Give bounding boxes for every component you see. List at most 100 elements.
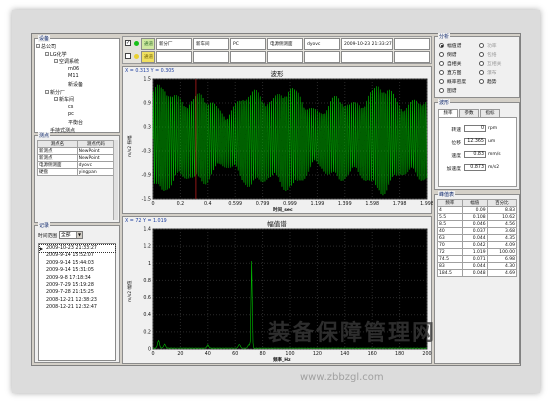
tree-node[interactable]: 手持式测点 — [50, 127, 75, 134]
analysis-option-label[interactable]: 倒谱 — [447, 51, 457, 58]
tree-expander-icon[interactable]: - — [45, 89, 49, 94]
tree-node[interactable]: 新分厂 — [50, 89, 65, 96]
analysis-radio[interactable] — [479, 52, 484, 57]
list-item[interactable]: 2009-9-14 15:52:07 — [40, 252, 115, 259]
channel2-checkbox[interactable] — [125, 53, 131, 59]
records-range-label: 时间范围 — [38, 234, 58, 239]
spectrum-x-tick-label: 120 — [313, 351, 322, 357]
points-cell: NewPoint — [76, 154, 116, 162]
list-item[interactable]: 2009-9-14 15:31:05 — [40, 267, 115, 274]
table-row[interactable]: 硬盘 yingpan — [37, 168, 116, 176]
table-row[interactable]: 4 0.09 8.83 — [437, 206, 518, 214]
tree-node[interactable]: 新设备 — [68, 81, 83, 88]
device-tree-title: 设备 — [38, 35, 51, 42]
waveform-ylabel: m/s2 振幅 — [128, 135, 133, 157]
channel2-code — [304, 51, 340, 63]
channel2-point — [267, 51, 303, 63]
waveform-x-tick-label: 1.598 — [365, 201, 379, 207]
analysis-radio[interactable] — [479, 79, 484, 84]
channel1-factory: 新分厂 — [156, 38, 192, 50]
records-range-dropdown[interactable]: 全部 ▼ — [59, 231, 83, 239]
param-label: 速度 — [451, 154, 461, 159]
analysis-radio[interactable] — [439, 52, 444, 57]
table-row[interactable]: 5.5 0.108 10.62 — [437, 213, 518, 221]
analysis-option-label[interactable]: 自相关 — [447, 60, 461, 67]
tree-expander-icon[interactable]: - — [54, 97, 58, 102]
list-item[interactable]: 2009-9-14 15:44:03 — [40, 260, 115, 267]
table-row[interactable]: 72 1.019 100.00 — [437, 248, 518, 256]
analysis-radio[interactable] — [439, 88, 444, 93]
list-item[interactable]: 2009-9-8 17:18:34 — [40, 275, 115, 282]
record-timestamp: 2008-12-21 12:32:47 — [46, 305, 97, 311]
tree-expander-icon[interactable]: - — [36, 44, 40, 48]
waveform-chart[interactable]: 1.50.90.3-0.3-0.9-1.50 0.2 0.4 0.599 0.799 0.… — [123, 67, 433, 215]
analysis-option-label[interactable]: 包络 — [487, 51, 497, 58]
analysis-option-label[interactable]: 功率 — [487, 42, 497, 49]
channel1-point: 电源侧测面 — [267, 38, 303, 50]
analysis-option-label[interactable]: 趋势 — [487, 78, 497, 85]
tab-frequency[interactable]: 频率 — [438, 109, 458, 117]
tree-expander-icon[interactable]: - — [54, 59, 58, 64]
channel1-checkbox[interactable]: ✓ — [125, 40, 131, 46]
peaks-header-frequency: 频率 — [437, 199, 463, 207]
param-value: 12.365 — [464, 138, 486, 145]
analysis-radio[interactable] — [479, 70, 484, 75]
tree-node[interactable]: LG化学 — [50, 51, 67, 58]
analysis-radio[interactable] — [439, 43, 444, 48]
list-item[interactable]: 2008-12-21 12:32:47 — [40, 304, 115, 311]
spectrum-y-tick-label: 1.2 — [143, 244, 151, 250]
points-title: 测点 — [38, 132, 51, 139]
peaks-cell: 5.5 — [437, 213, 463, 221]
tree-node[interactable]: pc — [68, 111, 74, 117]
peaks-cell: 3.68 — [486, 227, 518, 235]
list-item[interactable]: 2009-7-28 21:15:25 — [40, 289, 115, 296]
spectrum-y-tick-label: 0.6 — [143, 295, 151, 301]
tab-indicators[interactable]: 指标 — [480, 109, 500, 117]
analysis-radio[interactable] — [439, 61, 444, 66]
waveform-x-tick-label: 0 — [151, 201, 154, 207]
spectrum-x-tick-label: 140 — [340, 351, 349, 357]
table-row[interactable]: 74.5 0.071 6.98 — [437, 255, 518, 263]
chevron-down-icon[interactable]: ▼ — [76, 232, 82, 238]
tree-node[interactable]: cs — [68, 104, 73, 110]
tab-parameters[interactable]: 参数 — [459, 109, 479, 117]
analysis-radio[interactable] — [439, 79, 444, 84]
analysis-radio[interactable] — [479, 61, 484, 66]
analysis-radio[interactable] — [439, 70, 444, 75]
tree-node[interactable]: 平衡台 — [68, 119, 83, 126]
peaks-cell: 0.042 — [461, 241, 488, 249]
table-row[interactable]: 184.5 0.048 4.69 — [437, 269, 518, 277]
peaks-cell: 0.071 — [461, 255, 488, 263]
analysis-option-label[interactable]: 直方图 — [447, 69, 461, 76]
channel1-extra — [394, 38, 430, 50]
tree-node[interactable]: M11 — [68, 73, 79, 79]
peaks-header-amplitude: 幅值 — [461, 199, 488, 207]
table-row[interactable]: 新测点 NewPoint — [37, 147, 116, 155]
table-row[interactable]: 83 0.044 4.30 — [437, 262, 518, 270]
analysis-option-label[interactable]: 图谱 — [447, 87, 457, 94]
analysis-option-label[interactable]: 幅值谱 — [447, 42, 461, 49]
list-item[interactable]: 2009-7-29 15:19:28 — [40, 282, 115, 289]
tree-node[interactable]: 空调系统 — [59, 58, 79, 65]
analysis-option-label[interactable]: 互相关 — [487, 60, 501, 67]
table-row[interactable]: 8.5 0.046 4.56 — [437, 220, 518, 228]
table-row[interactable]: 70 0.042 4.09 — [437, 241, 518, 249]
table-row[interactable]: 电源侧测面 dyovc — [37, 161, 116, 169]
points-scrollbar[interactable] — [113, 140, 118, 220]
channel2-device — [230, 51, 266, 63]
table-row[interactable]: 40 0.037 3.68 — [437, 227, 518, 235]
tree-expander-icon[interactable]: - — [45, 51, 49, 56]
param-label: 转速 — [451, 128, 461, 133]
analysis-option-label[interactable]: 概率密度 — [447, 78, 466, 85]
peaks-cell: 72 — [437, 248, 463, 256]
table-row[interactable]: 新测点 NewPoint — [37, 154, 116, 162]
tree-node[interactable]: 总公司 — [41, 43, 56, 50]
peaks-cell: 1.019 — [461, 248, 488, 256]
table-row[interactable]: 63 0.044 4.35 — [437, 234, 518, 242]
list-item[interactable]: ▶ 2009-10-23 21:33:27 — [39, 244, 116, 253]
analysis-option-label[interactable]: 瀑布 — [487, 69, 497, 76]
analysis-radio[interactable] — [479, 43, 484, 48]
tree-node[interactable]: m06 — [68, 66, 79, 72]
tree-node[interactable]: 新车间 — [59, 96, 74, 103]
list-item[interactable]: 2008-12-21 12:38:23 — [40, 297, 115, 304]
